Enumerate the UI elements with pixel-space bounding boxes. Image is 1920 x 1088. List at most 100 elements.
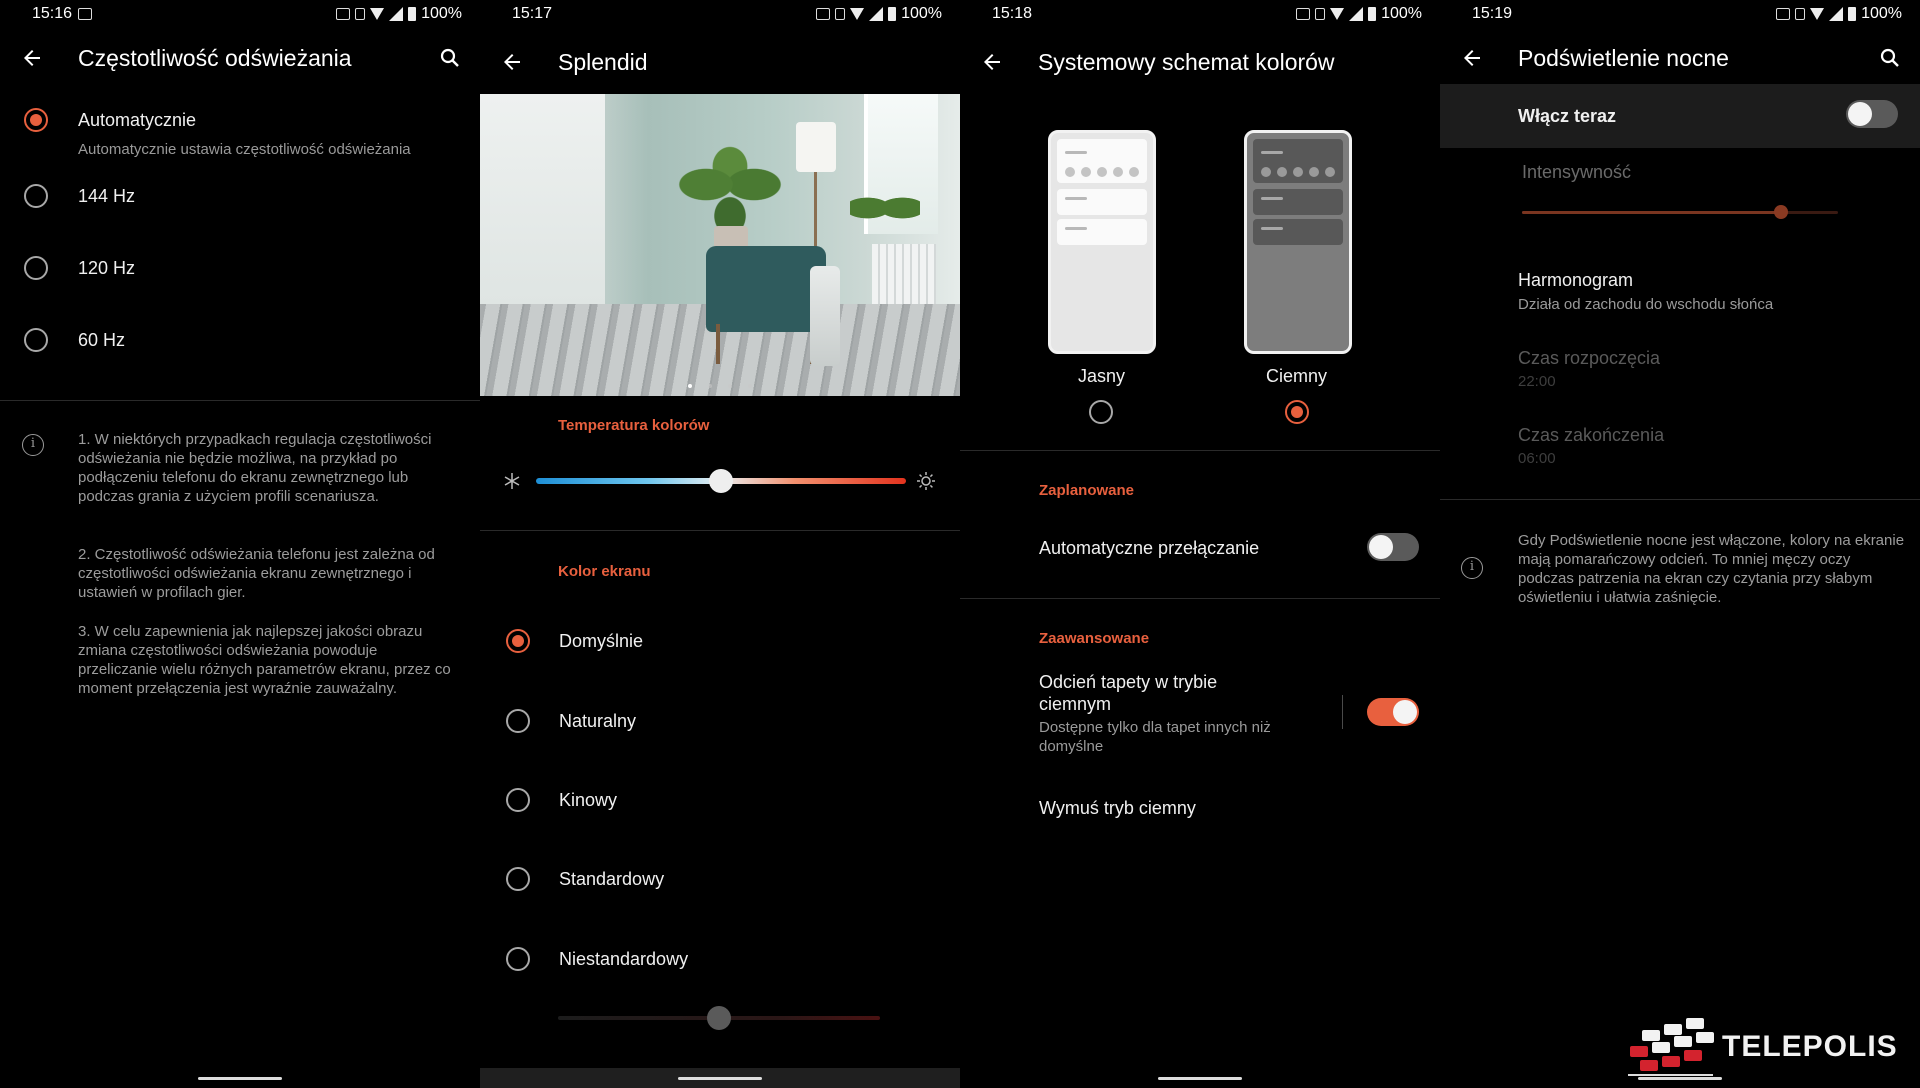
status-bar: 15:16 100% <box>0 0 480 28</box>
option-description: Automatycznie ustawia częstotliwość odśw… <box>78 141 411 158</box>
wallpaper-tint-title: Odcień tapety w trybie ciemnym <box>1039 672 1218 714</box>
mock-dot <box>1097 167 1107 177</box>
radio-button[interactable] <box>506 629 530 653</box>
status-time: 15:18 <box>992 5 1033 22</box>
preview-image-living-room[interactable] <box>480 94 960 396</box>
logo-square <box>1652 1042 1670 1053</box>
end-time-value: 06:00 <box>1518 450 1556 467</box>
signal-icon <box>1829 7 1844 21</box>
light-theme-preview[interactable] <box>1048 130 1156 354</box>
battery-percent: 100% <box>421 5 462 22</box>
gesture-navigation-bar[interactable] <box>678 1077 762 1080</box>
screen-night-light: 15:19 100% Podświetlenie nocne Włącz ter… <box>1440 0 1920 1088</box>
divider <box>480 530 960 531</box>
nfc-icon <box>336 8 351 20</box>
section-header-screen-color: Kolor ekranu <box>558 563 651 580</box>
vibrate-icon <box>1315 8 1326 20</box>
pager-dot[interactable] <box>708 384 712 388</box>
turn-on-now-row[interactable]: Włącz teraz <box>1440 84 1920 148</box>
schedule-value: Działa od zachodu do wschodu słońca <box>1518 296 1774 313</box>
logo-square <box>1686 1018 1704 1029</box>
battery-icon <box>1368 7 1377 21</box>
vertical-separator <box>1342 695 1343 729</box>
app-bar: Systemowy schemat kolorów <box>960 40 1440 84</box>
status-time: 15:19 <box>1472 5 1513 22</box>
photo-plant <box>670 144 790 234</box>
info-icon <box>22 434 44 456</box>
battery-icon <box>1848 7 1857 21</box>
dark-theme-preview[interactable] <box>1244 130 1352 354</box>
pager-dot[interactable] <box>748 384 752 388</box>
app-bar: Częstotliwość odświeżania <box>0 36 480 80</box>
divider <box>960 450 1440 451</box>
radio-button[interactable] <box>24 256 48 280</box>
mock-card <box>1253 189 1343 215</box>
radio-button[interactable] <box>1285 400 1309 424</box>
logo-underline <box>1628 1074 1713 1076</box>
logo-square <box>1684 1050 1702 1061</box>
page-title: Podświetlenie nocne <box>1518 44 1729 71</box>
radio-button[interactable] <box>506 788 530 812</box>
radio-button[interactable] <box>24 184 48 208</box>
screen-splendid: 15:17 100% Splendid Temperatura kolorów … <box>480 0 960 1088</box>
wifi-icon <box>1810 8 1825 20</box>
option-label: Automatycznie <box>78 110 197 130</box>
intensity-track-fill <box>1522 211 1782 214</box>
back-arrow-icon[interactable] <box>980 50 1004 74</box>
radio-button[interactable] <box>24 108 48 132</box>
back-arrow-icon[interactable] <box>1460 46 1484 70</box>
vibrate-icon <box>835 8 846 20</box>
photo-small-plants <box>850 184 920 224</box>
nfc-icon <box>1776 8 1791 20</box>
wallpaper-tint-toggle[interactable] <box>1367 698 1419 726</box>
search-icon[interactable] <box>1878 46 1902 70</box>
start-time-label: Czas rozpoczęcia <box>1518 348 1661 368</box>
gesture-navigation-bar[interactable] <box>1638 1077 1722 1080</box>
mock-dot <box>1293 167 1303 177</box>
option-label: Standardowy <box>559 869 665 889</box>
option-label: 120 Hz <box>78 258 136 278</box>
color-temp-thumb[interactable] <box>709 469 733 493</box>
radio-button[interactable] <box>24 328 48 352</box>
divider <box>1440 499 1920 500</box>
option-label: 144 Hz <box>78 186 136 206</box>
mock-dot <box>1081 167 1091 177</box>
gesture-navigation-bar[interactable] <box>1158 1077 1242 1080</box>
theme-label: Jasny <box>1078 366 1126 386</box>
toggle-knob <box>1848 102 1872 126</box>
signal-icon <box>1349 7 1364 21</box>
radio-button[interactable] <box>506 867 530 891</box>
back-arrow-icon[interactable] <box>20 46 44 70</box>
intensity-thumb <box>1774 205 1789 219</box>
app-bar: Splendid <box>480 40 960 84</box>
turn-on-toggle[interactable] <box>1846 100 1898 128</box>
auto-switch-toggle[interactable] <box>1367 533 1419 561</box>
back-arrow-icon[interactable] <box>500 50 524 74</box>
radio-button[interactable] <box>506 709 530 733</box>
night-light-info: Gdy Podświetlenie nocne jest włączone, k… <box>1518 532 1905 606</box>
divider <box>960 598 1440 599</box>
vibrate-icon <box>1795 8 1806 20</box>
force-dark-item[interactable]: Wymuś tryb ciemny <box>1039 798 1196 819</box>
gesture-navigation-bar[interactable] <box>198 1077 282 1080</box>
mock-dot <box>1309 167 1319 177</box>
nfc-icon <box>1296 8 1311 20</box>
option-label: Naturalny <box>559 711 637 731</box>
status-bar: 15:18 100% <box>960 0 1440 28</box>
option-label: 60 Hz <box>78 330 126 350</box>
page-title: Systemowy schemat kolorów <box>1038 48 1335 75</box>
wifi-icon <box>1330 8 1345 20</box>
logo-square <box>1630 1046 1648 1057</box>
radio-button[interactable] <box>506 947 530 971</box>
pager-dot[interactable] <box>728 384 732 388</box>
theme-label: Ciemny <box>1266 366 1328 386</box>
turn-on-label: Włącz teraz <box>1518 106 1617 126</box>
schedule-label: Harmonogram <box>1518 270 1634 290</box>
battery-icon <box>888 7 897 21</box>
photo-lamp <box>796 122 836 172</box>
search-icon[interactable] <box>438 46 462 70</box>
radio-button[interactable] <box>1089 400 1113 424</box>
pager-dot[interactable] <box>688 384 692 388</box>
logo-square <box>1642 1030 1660 1041</box>
section-header-color-temp: Temperatura kolorów <box>558 417 710 434</box>
